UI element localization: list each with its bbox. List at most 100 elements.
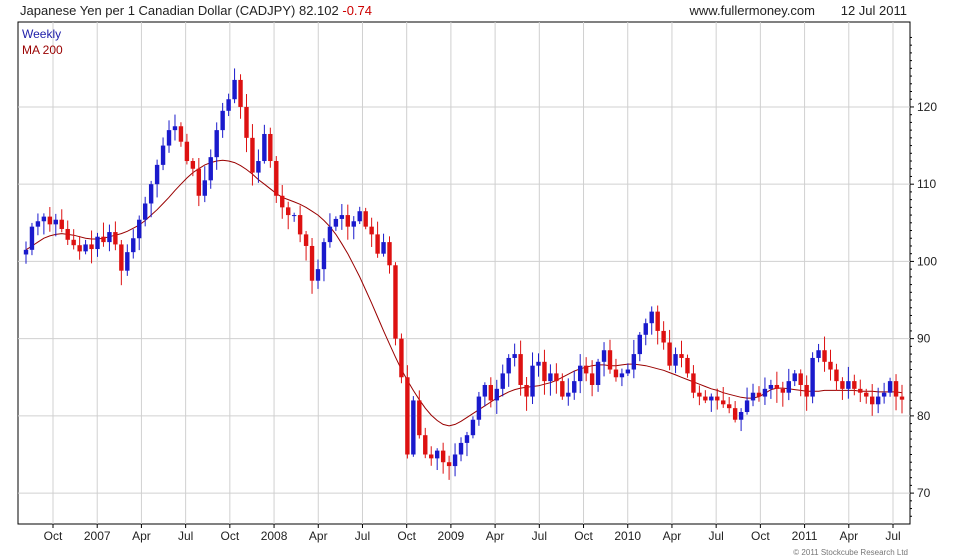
y-tick-label: 80	[917, 409, 931, 423]
candle-body	[691, 373, 696, 393]
candle-body	[423, 435, 428, 455]
candle-body	[59, 219, 64, 229]
candle-body	[274, 161, 279, 196]
candle-body	[875, 396, 881, 405]
candle-body	[202, 180, 207, 196]
candle-body	[881, 392, 887, 397]
candle-body	[673, 354, 678, 366]
candle-body	[893, 381, 899, 397]
price-change: -0.74	[342, 3, 372, 18]
candle-body	[244, 106, 249, 138]
candle-body	[363, 211, 368, 227]
candle-body	[434, 450, 440, 459]
candle-body	[685, 357, 690, 374]
candle-body	[190, 161, 196, 169]
y-tick-label: 90	[917, 332, 931, 346]
x-tick-label: 2007	[84, 529, 111, 543]
x-tick-label: Jul	[178, 529, 193, 543]
candle-body	[446, 462, 452, 467]
candle-body	[35, 221, 41, 227]
candle-body	[834, 369, 839, 382]
x-tick-label: Oct	[221, 529, 240, 543]
candle-body	[649, 311, 654, 324]
candle-body	[53, 219, 58, 225]
candle-body	[268, 133, 273, 162]
candle-body	[226, 99, 231, 111]
x-tick-label: 2009	[438, 529, 465, 543]
candle-body	[125, 252, 130, 271]
candle-body	[822, 350, 827, 362]
candle-body	[369, 226, 374, 235]
candle-body	[172, 126, 178, 131]
candle-body	[518, 354, 523, 385]
candle-body	[607, 350, 613, 370]
candle-body	[23, 249, 29, 255]
candle-body	[816, 350, 821, 358]
candle-body	[762, 388, 768, 397]
candle-body	[256, 161, 261, 173]
candle-body	[548, 373, 553, 382]
candle-body	[387, 242, 392, 266]
x-tick-label: Jul	[708, 529, 723, 543]
candle-body	[500, 373, 505, 389]
candle-body	[768, 384, 774, 389]
candle-body	[494, 388, 499, 401]
candle-body	[357, 211, 362, 222]
x-tick-label: Oct	[751, 529, 770, 543]
candle-body	[530, 365, 535, 397]
candle-body	[321, 242, 327, 270]
candle-body	[870, 396, 875, 405]
candle-body	[184, 141, 190, 162]
candle-body	[566, 392, 571, 397]
candle-body	[476, 396, 482, 420]
candle-body	[589, 373, 595, 385]
candle-body	[327, 226, 333, 243]
title-text: Japanese Yen per 1 Canadian Dollar (CADJ…	[20, 3, 295, 18]
x-tick-label: Oct	[44, 529, 63, 543]
x-tick-label: Apr	[663, 529, 682, 543]
candle-body	[399, 338, 404, 378]
candle-body	[89, 244, 94, 250]
candle-body	[65, 228, 70, 240]
candle-body	[840, 381, 845, 389]
candle-body	[697, 392, 702, 397]
candle-body	[619, 373, 625, 378]
x-tick-label: Jul	[355, 529, 370, 543]
candle-body	[798, 373, 803, 385]
candle-body	[887, 381, 893, 393]
candle-body	[601, 350, 607, 362]
candle-body	[774, 384, 780, 389]
candle-body	[661, 330, 666, 343]
plot-frame	[17, 21, 911, 525]
candle-body	[286, 207, 291, 216]
candle-body	[512, 354, 517, 358]
candle-body	[750, 392, 756, 401]
candle-body	[119, 244, 124, 271]
candle-body	[452, 454, 458, 467]
legend-weekly: Weekly	[22, 27, 61, 41]
x-tick-label: Apr	[839, 529, 858, 543]
x-tick-label: Jul	[532, 529, 547, 543]
y-tick-label: 70	[917, 486, 931, 500]
candle-body	[679, 354, 684, 358]
candle-body	[148, 184, 154, 204]
y-tick-label: 100	[917, 254, 937, 268]
y-tick-label: 120	[917, 100, 937, 114]
candle-body	[214, 130, 219, 158]
candle-body	[858, 388, 863, 393]
candle-body	[77, 245, 82, 252]
candle-body	[303, 234, 309, 246]
candle-body	[786, 381, 791, 393]
candle-body	[333, 218, 339, 227]
candle-body	[262, 133, 267, 162]
candle-body	[315, 269, 321, 281]
x-tick-label: Oct	[397, 529, 416, 543]
x-tick-label: Oct	[574, 529, 593, 543]
candle-body	[113, 232, 118, 245]
candle-body	[470, 419, 476, 436]
candle-body	[280, 195, 285, 208]
x-tick-label: 2011	[792, 529, 818, 543]
candle-body	[643, 323, 648, 335]
candle-body	[560, 381, 565, 397]
candle-body	[345, 215, 350, 227]
